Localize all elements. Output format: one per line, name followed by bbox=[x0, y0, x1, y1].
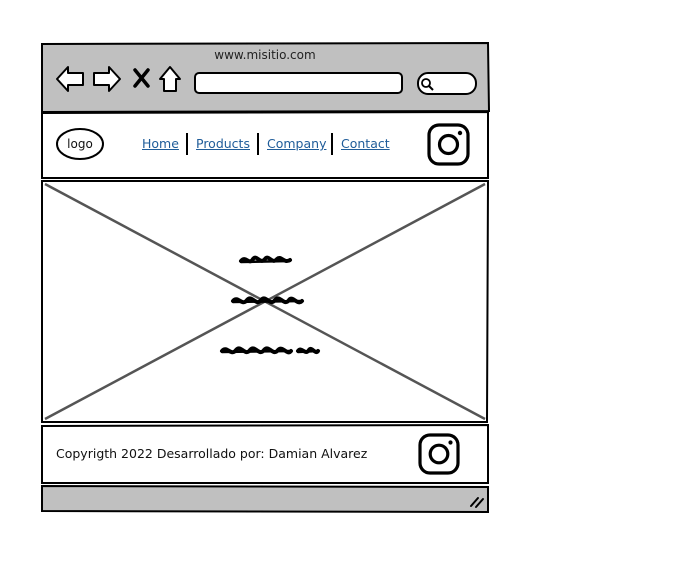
footer-copyright: Copyrigth 2022 Desarrollado por: Damian … bbox=[56, 446, 368, 461]
nav-link-company[interactable]: Company bbox=[267, 136, 326, 151]
instagram-icon[interactable] bbox=[427, 123, 470, 166]
logo-label: logo bbox=[67, 137, 93, 151]
page-url: www.misitio.com bbox=[214, 48, 316, 62]
site-header bbox=[41, 110, 489, 179]
nav-link-contact[interactable]: Contact bbox=[341, 136, 390, 151]
instagram-icon[interactable] bbox=[418, 433, 460, 475]
search-button[interactable] bbox=[417, 72, 477, 95]
nav-link-home[interactable]: Home bbox=[142, 136, 179, 151]
address-bar[interactable] bbox=[194, 72, 403, 94]
browser-wireframe bbox=[41, 41, 491, 514]
browser-status-bar bbox=[41, 484, 489, 514]
nav-link-products[interactable]: Products bbox=[196, 136, 250, 151]
